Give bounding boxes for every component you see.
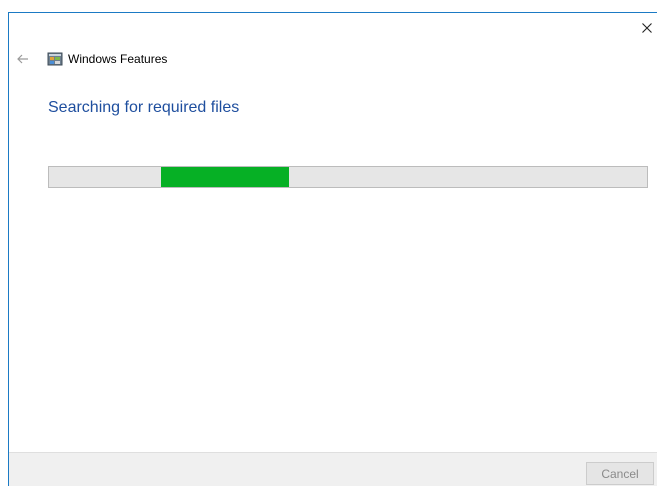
back-arrow-icon bbox=[17, 54, 28, 64]
close-icon bbox=[642, 23, 652, 33]
progress-bar bbox=[48, 166, 648, 188]
window-border-left bbox=[8, 12, 9, 486]
windows-features-icon bbox=[47, 52, 63, 66]
back-button[interactable] bbox=[14, 50, 32, 68]
dialog-footer: Cancel bbox=[9, 452, 657, 486]
window-title: Windows Features bbox=[68, 52, 168, 66]
page-heading: Searching for required files bbox=[48, 99, 240, 116]
progress-fill bbox=[161, 167, 289, 187]
close-button[interactable] bbox=[637, 13, 657, 43]
windows-features-dialog: Windows Features Searching for required … bbox=[0, 0, 657, 486]
window-border-top bbox=[8, 12, 657, 13]
cancel-button[interactable]: Cancel bbox=[586, 462, 654, 485]
